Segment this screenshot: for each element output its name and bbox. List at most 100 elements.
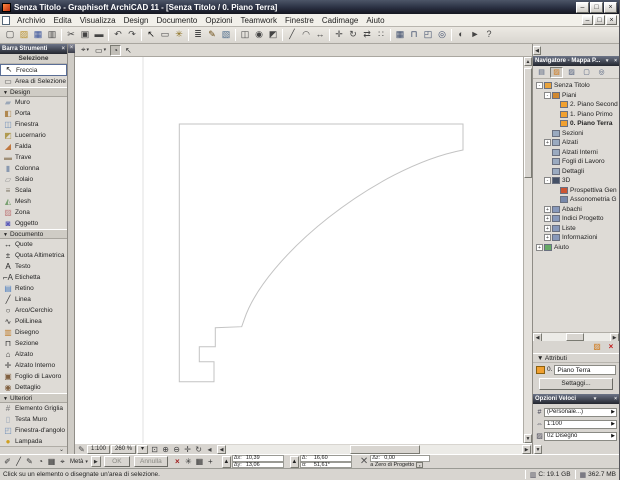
zoom-menu-dropdown[interactable]: ▾ (137, 444, 149, 454)
tree-toggle-icon[interactable]: + (544, 224, 551, 232)
zoom-percent-button[interactable]: 260 % (111, 444, 137, 454)
tool-interior-elevation[interactable]: ✛ Alzato Interno (0, 360, 67, 371)
menu-cadimage[interactable]: Cadimage (318, 16, 362, 25)
camera-icon[interactable]: ◎ (435, 28, 449, 42)
scroll-down-icon[interactable]: ▼ (524, 434, 532, 443)
magnet-toggle[interactable]: ◔ (110, 44, 121, 56)
navigator-horizontal-scrollbar[interactable]: ◀ ▶ (533, 332, 619, 342)
snap-points-label[interactable]: Metà (70, 459, 83, 465)
tool-roof[interactable]: ◢ Falda (0, 141, 67, 152)
ok-button[interactable]: OK (103, 456, 130, 467)
fillet-icon[interactable]: ◠ (299, 28, 313, 42)
scroll-up-icon[interactable]: ▲ (524, 57, 532, 66)
window-3d-icon[interactable]: ◰ (421, 28, 435, 42)
navigator-header[interactable]: Navigatore - Mappa P... ▾ × (533, 56, 619, 66)
fill-type-icon[interactable]: ▧ (219, 28, 233, 42)
tool-lamp[interactable]: ● Lampada (0, 436, 67, 446)
teamwork-icon[interactable]: ◐ (454, 28, 468, 42)
mdi-minimize-button[interactable]: – (582, 15, 593, 25)
tool-arrow[interactable]: ↖ Freccia (0, 64, 67, 76)
tree-item-3d[interactable]: - 3D (533, 176, 619, 186)
tree-item-abachi[interactable]: + Abachi (533, 205, 619, 215)
tool-window[interactable]: ◫ Finestra (0, 119, 67, 130)
menu-archivio[interactable]: Archivio (13, 16, 49, 25)
tree-toggle-icon[interactable]: - (536, 82, 543, 90)
polar-toggle-icon[interactable]: ▲ (289, 455, 299, 468)
molding-profile-outline[interactable] (178, 123, 464, 383)
tool-column[interactable]: ▮ Colonna (0, 163, 67, 174)
tool-beam[interactable]: ▬ Trave (0, 152, 67, 163)
scale-button[interactable]: 1:100 (87, 444, 111, 454)
tool-text[interactable]: A Testo (0, 261, 67, 272)
tool-object[interactable]: ◙ Oggetto (0, 218, 67, 229)
cancel-button[interactable]: Annulla (133, 456, 168, 467)
horizontal-scroll-thumb[interactable] (350, 444, 421, 454)
navigator-close-icon[interactable]: × (612, 58, 617, 64)
new-folder-icon[interactable]: ▨ (591, 342, 603, 352)
group-icon[interactable]: ◫ (238, 28, 252, 42)
tool-label[interactable]: ⌐A Etichetta (0, 272, 67, 283)
fit-view-icon[interactable]: ⊡ (149, 445, 160, 454)
quick-option-value[interactable]: 02 Disegno ▶ (544, 431, 617, 441)
stretch-icon[interactable]: ↔ (313, 28, 327, 42)
quick-options-header[interactable]: Opzioni Veloci ▾ × (533, 394, 619, 404)
new-icon[interactable]: ▢ (3, 28, 17, 42)
gravity-reference-button[interactable]: ▪ (416, 461, 424, 468)
mdi-restore-button[interactable]: □ (594, 15, 605, 25)
tool-arc[interactable]: ○ Arco/Cerchio (0, 305, 67, 316)
menu-teamwork[interactable]: Teamwork (237, 16, 281, 25)
open-icon[interactable]: ▨ (17, 28, 31, 42)
angle-field[interactable]: α: 51,61° (299, 461, 352, 468)
tree-item-alzati[interactable]: + Alzati (533, 138, 619, 148)
quick-options-close-icon[interactable]: × (612, 396, 617, 402)
scale-dropdown[interactable]: ⇔ 1:100 ▶ (535, 419, 617, 429)
view-map-icon[interactable]: ▨ (565, 67, 578, 78)
canvas-horizontal-scrollbar[interactable]: ◀ ▶ (217, 444, 531, 454)
tool-zone[interactable]: ▨ Zona (0, 207, 67, 218)
tree-item-liste[interactable]: + Liste (533, 224, 619, 234)
project-chooser-icon[interactable]: ▤ (535, 67, 548, 78)
wall-reference-icon[interactable]: ✐ (2, 456, 13, 468)
floor-name-field[interactable]: Piano Terra (554, 364, 616, 375)
tree-item-alzati-interni[interactable]: Alzati Interni (533, 148, 619, 158)
close-button[interactable]: × (604, 1, 617, 13)
geometry-method-dropdown[interactable]: ▭ ▾ (93, 45, 108, 56)
tree-item-piani[interactable]: - Piani (533, 91, 619, 101)
tree-item-aiuto[interactable]: + Aiuto (533, 243, 619, 253)
display-order-icon[interactable]: ◩ (266, 28, 280, 42)
tree-toggle-icon[interactable]: + (544, 215, 551, 223)
tree-item-1-piano-primo[interactable]: 1. Piano Primo (533, 110, 619, 120)
selection-mode-dropdown[interactable]: ⌖ ▾ (79, 45, 91, 56)
pen-icon[interactable]: ✎ (24, 456, 35, 468)
quick-options-menu-icon[interactable]: ▾ (592, 396, 597, 402)
redo-icon[interactable]: ↷ (125, 28, 139, 42)
tree-item-0-piano-terra[interactable]: 0. Piano Terra (533, 119, 619, 129)
tool-wall-end[interactable]: ▯ Testa Muro (0, 414, 67, 425)
mdi-close-button[interactable]: × (606, 15, 617, 25)
snap-points-icon[interactable]: ⌖ (57, 456, 68, 468)
menu-visualizza[interactable]: Visualizza (76, 16, 120, 25)
vertical-scroll-thumb[interactable] (524, 68, 532, 178)
pen-weight-icon[interactable]: ✎ (76, 445, 87, 454)
paste-icon[interactable]: ▬ (92, 28, 106, 42)
menu-documento[interactable]: Documento (152, 16, 201, 25)
arc-segment-icon[interactable]: ◔ (35, 456, 46, 468)
layout-book-icon[interactable]: ▢ (580, 67, 593, 78)
tree-toggle-icon[interactable]: + (536, 243, 543, 251)
controlbox-expand-button[interactable]: ▶ (90, 456, 101, 467)
tool-corner-window[interactable]: ◰ Finestra-d'angolo (0, 425, 67, 436)
tool-palette-scroll-down[interactable]: ⌄ (0, 446, 67, 454)
scroll-left-icon[interactable]: ◀ (217, 444, 227, 454)
print-icon[interactable]: ▥ (45, 28, 59, 42)
previous-zoom-icon[interactable]: ◂ (204, 445, 215, 454)
attributes-header[interactable]: ▼ Attributi (533, 353, 619, 363)
panel-collapse-icon[interactable]: ◀ (533, 45, 541, 55)
menu-design[interactable]: Design (120, 16, 153, 25)
quick-option-value[interactable]: (Personale...) ▶ (544, 407, 617, 417)
scroll-right-icon[interactable]: ▶ (522, 444, 531, 454)
section-window-icon[interactable]: ⊓ (407, 28, 421, 42)
grid-snap-icon[interactable]: ▦ (46, 456, 57, 468)
zoom-in-icon[interactable]: ⊕ (160, 445, 171, 454)
canvas-vertical-scrollbar[interactable]: ▲ ▼ (523, 57, 532, 443)
settings-button[interactable]: Settaggi... (539, 378, 613, 390)
